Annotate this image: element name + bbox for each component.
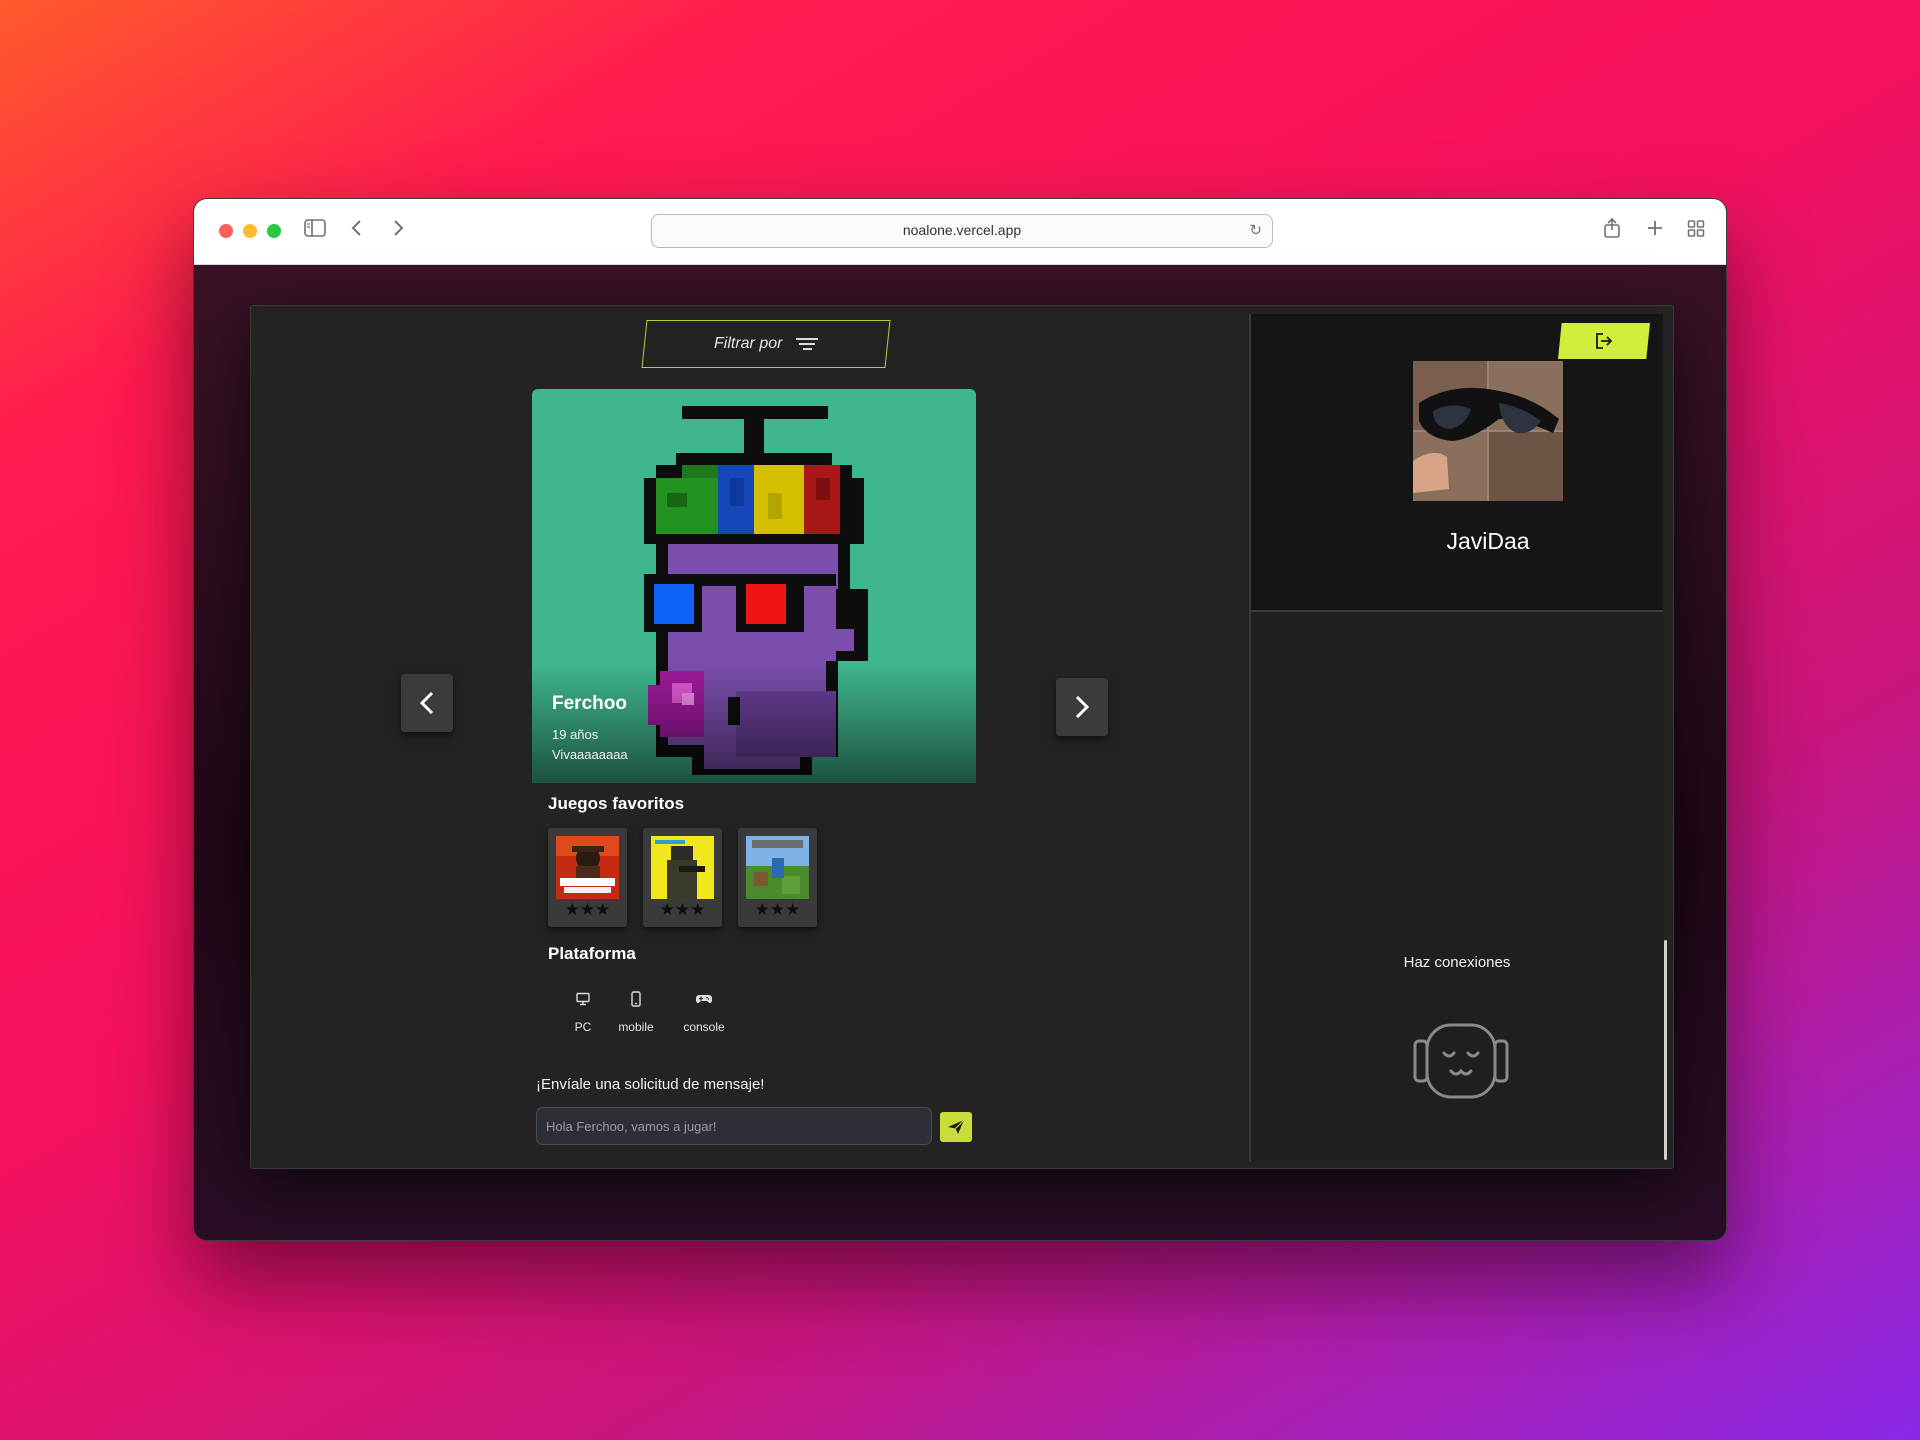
logout-icon (1596, 333, 1613, 349)
platform-label: PC (574, 1020, 592, 1034)
browser-window: noalone.vercel.app ↻ Filtrar por Ferchoo… (193, 198, 1727, 1241)
send-button[interactable] (940, 1112, 972, 1142)
close-window-button[interactable] (219, 224, 233, 238)
platform-pc: PC (563, 988, 603, 1034)
sidebar-toggle-icon[interactable] (304, 217, 326, 245)
filter-label: Filtrar por (713, 335, 783, 352)
game-cover (651, 836, 714, 899)
share-icon[interactable] (1603, 217, 1621, 247)
panel-divider (1249, 314, 1251, 1162)
profile-card: Ferchoo 19 años Vivaaaaaaaa (532, 389, 976, 783)
favorite-games-title: Juegos favoritos (548, 794, 685, 813)
profile-name: Ferchoo (552, 693, 627, 714)
previous-profile-button[interactable] (401, 674, 453, 732)
send-icon (948, 1119, 965, 1134)
browser-toolbar: noalone.vercel.app ↻ (194, 199, 1726, 265)
game-card-cyberpunk[interactable]: ★★★ (643, 828, 722, 927)
next-profile-button[interactable] (1056, 678, 1108, 736)
minimize-window-button[interactable] (243, 224, 257, 238)
connections-text: Haz conexiones (1403, 954, 1511, 971)
reload-icon[interactable]: ↻ (1249, 215, 1262, 246)
app-container: Filtrar por Ferchoo 19 años Vivaaaaaaaa … (250, 305, 1674, 1169)
panel-divider (1251, 610, 1663, 612)
mobile-icon (613, 988, 659, 1010)
chevron-left-icon (419, 691, 434, 715)
page-viewport: Filtrar por Ferchoo 19 años Vivaaaaaaaa … (194, 265, 1726, 1240)
monitor-icon (563, 988, 603, 1010)
platform-label: mobile (618, 1020, 654, 1034)
profile-age: 19 años (552, 727, 599, 742)
game-card-minecraft[interactable]: ★★★ (738, 828, 817, 927)
platform-title: Plataforma (548, 944, 636, 963)
user-avatar (1413, 361, 1563, 501)
game-rating: ★★★ (659, 900, 706, 919)
chevron-right-icon (1075, 695, 1090, 719)
message-input[interactable] (536, 1107, 932, 1145)
url-text: noalone.vercel.app (902, 222, 1022, 238)
card-overlay (532, 663, 976, 783)
back-icon[interactable] (350, 217, 364, 247)
platform-label: console (683, 1020, 725, 1034)
logout-button[interactable] (1558, 323, 1650, 359)
forward-icon[interactable] (391, 217, 405, 247)
game-card-red-dead[interactable]: ★★★ (548, 828, 627, 927)
address-bar[interactable]: noalone.vercel.app ↻ (651, 214, 1273, 248)
filter-button[interactable]: Filtrar por (641, 320, 891, 368)
gamepad-icon (675, 988, 733, 1010)
game-cover (746, 836, 809, 899)
profile-bio: Vivaaaaaaaa (552, 747, 628, 762)
tab-overview-icon[interactable] (1687, 217, 1705, 247)
platform-console: console (675, 988, 733, 1034)
game-rating: ★★★ (564, 900, 611, 919)
scrollbar[interactable] (1664, 940, 1667, 1160)
filter-icon (796, 337, 819, 351)
robot-icon (1411, 1021, 1511, 1106)
user-name: JaviDaa (1446, 528, 1530, 554)
game-rating: ★★★ (754, 900, 801, 919)
platform-mobile: mobile (613, 988, 659, 1034)
message-request-label: ¡Envíale una solicitud de mensaje! (536, 1076, 765, 1093)
new-tab-icon[interactable] (1646, 217, 1664, 247)
maximize-window-button[interactable] (267, 224, 281, 238)
game-cover (556, 836, 619, 899)
